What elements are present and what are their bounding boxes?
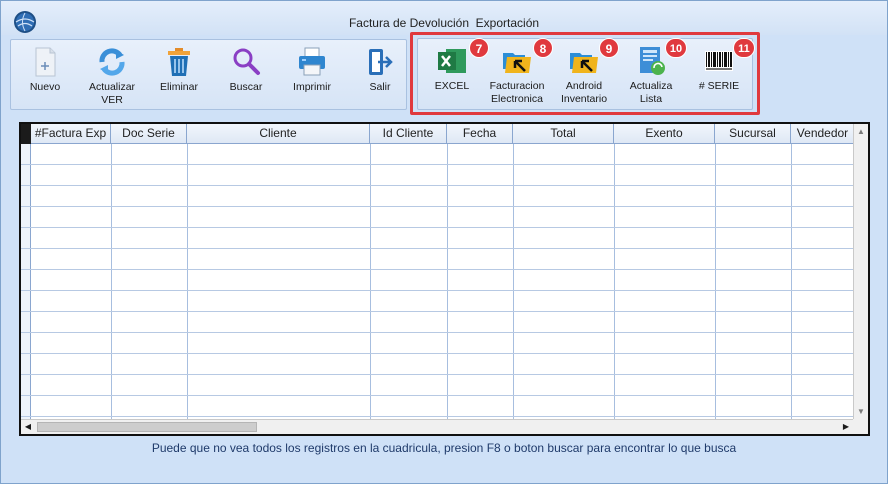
badge-7: 7	[469, 38, 489, 58]
eliminar-label: Eliminar	[160, 81, 198, 93]
column-header-sucursal[interactable]: Sucursal	[715, 124, 791, 144]
actualiza-lista-label: Actualiza Lista	[629, 80, 673, 105]
badge-11: 11	[733, 38, 755, 58]
column-header-fecha[interactable]: Fecha	[447, 124, 513, 144]
actualizar-label: Actualizar VER	[88, 81, 136, 106]
salir-label: Salir	[369, 81, 391, 93]
facturacion-electronica-label: Facturacion Electronica	[489, 80, 545, 105]
main-window: Factura de Devolución Exportación Nuevo …	[0, 0, 888, 484]
buscar-label: Buscar	[229, 81, 263, 93]
scroll-right-icon[interactable]: ▶	[839, 420, 853, 434]
data-grid[interactable]: #Factura Exp Doc Serie Cliente Id Client…	[19, 122, 870, 436]
row-selector-header[interactable]	[21, 124, 31, 144]
eliminar-button[interactable]: Eliminar	[148, 40, 210, 104]
toolbar-extra: EXCEL Facturacion Electronica Android In…	[417, 38, 753, 110]
scroll-left-icon[interactable]: ◀	[21, 420, 35, 434]
title-bar: Factura de Devolución Exportación	[1, 1, 887, 35]
document-refresh-icon	[640, 47, 665, 75]
actualizar-button[interactable]: Actualizar VER	[81, 40, 143, 106]
column-header-cliente[interactable]: Cliente	[187, 124, 370, 144]
imprimir-label: Imprimir	[293, 81, 331, 93]
badge-9: 9	[599, 38, 619, 58]
column-header-vendedor[interactable]: Vendedor	[791, 124, 855, 144]
toolbar-main: Nuevo Actualizar VER Eliminar Buscar Imp…	[10, 39, 407, 110]
status-message: Puede que no vea todos los registros en …	[151, 441, 737, 455]
buscar-button[interactable]: Buscar	[215, 40, 277, 104]
column-header-factura-exp[interactable]: #Factura Exp	[31, 124, 111, 144]
column-header-total[interactable]: Total	[513, 124, 614, 144]
horizontal-scroll-thumb[interactable]	[37, 422, 257, 432]
printer-icon	[299, 47, 325, 76]
column-header-id-cliente[interactable]: Id Cliente	[370, 124, 447, 144]
column-header-exento[interactable]: Exento	[614, 124, 715, 144]
badge-8: 8	[533, 38, 553, 58]
refresh-icon	[99, 48, 125, 76]
folder-arrow-icon	[570, 53, 598, 73]
nuevo-label: Nuevo	[29, 81, 61, 93]
excel-label: EXCEL	[434, 80, 470, 92]
scrollbar-corner	[853, 419, 868, 434]
barcode-icon	[705, 51, 733, 71]
grid-body[interactable]	[21, 144, 853, 419]
scroll-down-icon[interactable]: ▼	[854, 404, 868, 419]
nuevo-button[interactable]: Nuevo	[14, 40, 76, 104]
search-icon	[233, 48, 260, 75]
android-inventario-label: Android Inventario	[560, 80, 608, 105]
badge-10: 10	[665, 38, 687, 58]
salir-button[interactable]: Salir	[349, 40, 411, 104]
grid-header: #Factura Exp Doc Serie Cliente Id Client…	[21, 124, 855, 144]
folder-arrow-icon	[503, 53, 531, 73]
exit-icon	[369, 49, 393, 75]
column-header-doc-serie[interactable]: Doc Serie	[111, 124, 187, 144]
excel-icon	[438, 49, 466, 73]
new-document-icon	[35, 47, 56, 77]
trash-icon	[168, 48, 190, 76]
vertical-scrollbar[interactable]: ▲ ▼	[853, 124, 868, 419]
scroll-up-icon[interactable]: ▲	[854, 124, 868, 139]
imprimir-button[interactable]: Imprimir	[281, 40, 343, 104]
serie-label: # SERIE	[698, 80, 740, 92]
horizontal-scrollbar[interactable]: ◀ ▶	[21, 419, 853, 434]
window-title: Factura de Devolución Exportación	[348, 16, 540, 30]
